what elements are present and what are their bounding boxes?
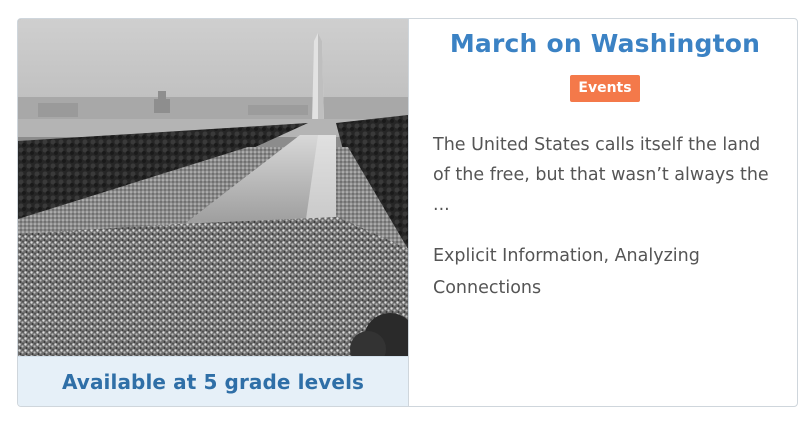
skills-line: Explicit Information, Analyzing	[433, 246, 700, 266]
description-ellipsis: ...	[433, 195, 450, 215]
category-badge[interactable]: Events	[570, 75, 640, 102]
card-content-column: March on Washington Events The United St…	[409, 19, 797, 406]
article-photo[interactable]	[18, 19, 408, 356]
article-card[interactable]: Available at 5 grade levels March on Was…	[17, 18, 798, 407]
grade-levels-label: Available at 5 grade levels	[61, 369, 365, 394]
category-row: Events	[433, 75, 777, 102]
description-line: of the free, but that wasn’t always the	[433, 165, 769, 185]
description-line: The United States calls itself the land	[433, 135, 761, 155]
skills-line: Connections	[433, 278, 542, 298]
article-description: The United States calls itself the land …	[433, 130, 777, 220]
card-media-column: Available at 5 grade levels	[18, 19, 409, 406]
article-title[interactable]: March on Washington	[433, 29, 777, 58]
skills-list: Explicit Information, Analyzing Connecti…	[433, 240, 777, 304]
grade-levels-banner[interactable]: Available at 5 grade levels	[18, 356, 408, 406]
